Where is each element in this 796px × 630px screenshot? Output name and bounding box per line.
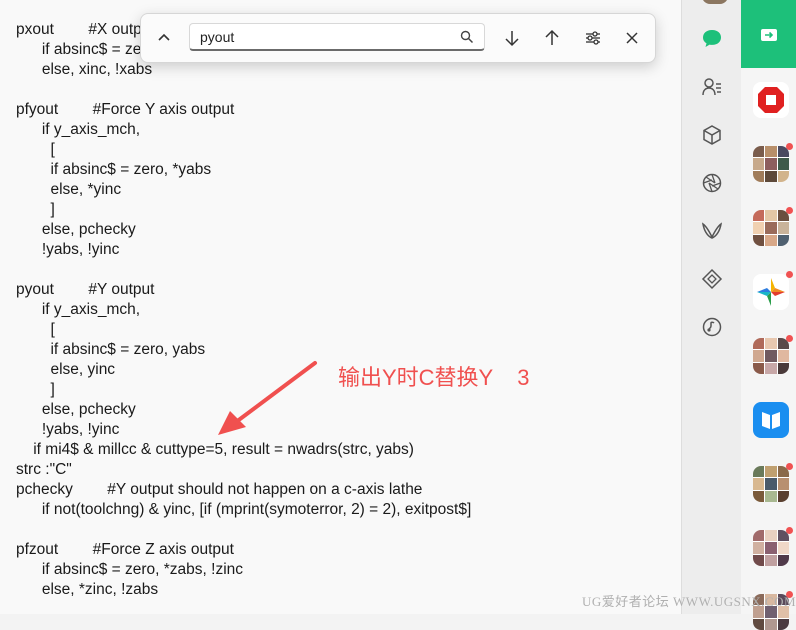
find-options-button[interactable]	[578, 23, 608, 53]
close-find-button[interactable]	[617, 23, 647, 53]
code-line: if absinc$ = zero, *zabs, !zinc	[16, 561, 244, 578]
music-icon	[702, 317, 722, 337]
photo-group-tile-4[interactable]	[753, 466, 789, 502]
code-line: else, *yinc	[16, 181, 122, 198]
diamond-icon	[701, 268, 723, 290]
sidebar-music[interactable]	[699, 314, 725, 340]
find-search-input[interactable]	[200, 27, 450, 47]
code-document: pxout #X output if absinc$ = zero, *xabs…	[0, 0, 681, 614]
book-icon	[762, 412, 780, 429]
code-line: [	[16, 321, 55, 338]
code-line: else, pchecky	[16, 221, 136, 238]
unread-dot	[786, 463, 793, 470]
code-line: ]	[16, 381, 55, 398]
code-line: if y_axis_mch,	[16, 121, 141, 138]
app-strip	[741, 0, 796, 630]
previous-match-button[interactable]	[537, 23, 567, 53]
stop-sign-icon	[758, 87, 784, 113]
photo-group-tile-2[interactable]	[753, 210, 789, 246]
code-line: pyout #Y output	[16, 281, 155, 298]
photo-group-tile-1[interactable]	[753, 146, 789, 182]
unread-dot	[786, 527, 793, 534]
photo-group-tile-5[interactable]	[753, 530, 789, 566]
collapse-find-button[interactable]	[149, 23, 179, 53]
code-line: pfzout #Force Z axis output	[16, 541, 234, 558]
unread-dot	[786, 335, 793, 342]
code-line: strc :"C"	[16, 461, 72, 478]
sidebar-cube[interactable]	[699, 122, 725, 148]
code-line: pfyout #Force Y axis output	[16, 101, 235, 118]
code-line: pxout #X output	[16, 21, 155, 38]
search-icon[interactable]	[460, 30, 474, 44]
sidebar-chat[interactable]	[699, 26, 725, 52]
code-line: else, *zinc, !zabs	[16, 581, 159, 598]
sidebar-moments[interactable]	[699, 170, 725, 196]
red-stop-app-tile[interactable]	[753, 82, 789, 118]
code-line: !yabs, !yinc	[16, 421, 120, 438]
code-line: if not(toolchng) & yinc, [if (mprint(sym…	[16, 501, 472, 518]
contacts-icon	[702, 78, 721, 96]
wing-logo-icon	[701, 222, 723, 239]
blue-book-app-tile[interactable]	[753, 402, 789, 438]
chevron-up-icon	[158, 33, 170, 41]
arrow-down-icon	[505, 31, 519, 47]
code-line: else, pchecky	[16, 401, 136, 418]
share-icon	[761, 29, 777, 41]
code-line: if absinc$ = zero, *yabs	[16, 161, 212, 178]
chat-icon	[703, 30, 721, 47]
colorful-app-tile[interactable]	[753, 274, 789, 310]
watermark: UG爱好者论坛 WWW.UGSNX.COM	[582, 594, 796, 609]
annotation-arrow	[218, 361, 317, 435]
app-sidebar	[681, 0, 741, 614]
find-bar	[140, 13, 656, 63]
find-search-box[interactable]	[189, 23, 485, 51]
arrow-up-icon	[545, 29, 559, 45]
close-icon	[626, 32, 638, 44]
unread-dot	[786, 207, 793, 214]
annotation-text: 输出Y时C替换Y 3	[338, 365, 530, 390]
cube-icon	[703, 125, 721, 145]
code-line: ]	[16, 201, 55, 218]
code-line: if y_axis_mch,	[16, 301, 141, 318]
code-line: else, xinc, !xabs	[16, 61, 153, 78]
unread-dot	[786, 271, 793, 278]
share-app-tile[interactable]	[741, 0, 796, 68]
filter-options-icon	[586, 31, 600, 45]
sidebar-contacts[interactable]	[699, 74, 725, 100]
unread-dot	[786, 143, 793, 150]
sidebar-wing-app[interactable]	[699, 218, 725, 244]
colorful-star-icon	[757, 278, 785, 306]
aperture-icon	[702, 173, 722, 193]
sidebar-mini-programs[interactable]	[699, 266, 725, 292]
code-line: else, yinc	[16, 361, 116, 378]
user-avatar[interactable]	[702, 0, 728, 4]
code-line: [	[16, 141, 55, 158]
code-line: !yabs, !yinc	[16, 241, 120, 258]
code-line: if absinc$ = zero, yabs	[16, 341, 206, 358]
photo-group-tile-3[interactable]	[753, 338, 789, 374]
next-match-button[interactable]	[497, 23, 527, 53]
code-line: pchecky #Y output should not happen on a…	[16, 481, 423, 498]
